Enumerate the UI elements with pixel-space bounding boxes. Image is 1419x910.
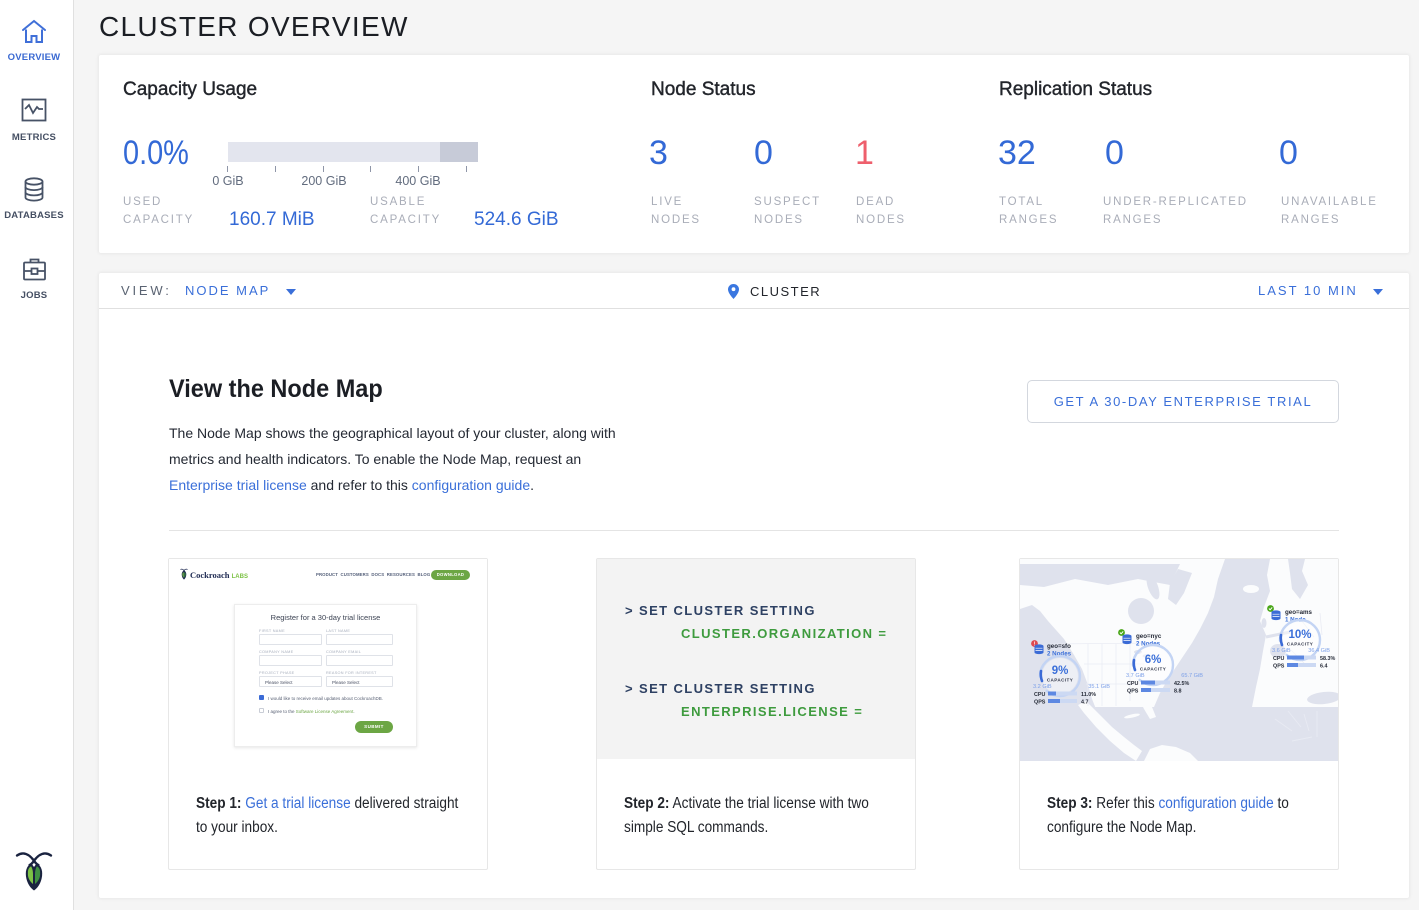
svg-text:CPU: CPU [1034,692,1045,698]
svg-text:geo=ams: geo=ams [1285,609,1313,616]
svg-text:QPS: QPS [1034,700,1046,706]
svg-text:10%: 10% [1288,629,1311,641]
svg-text:CPU: CPU [1127,681,1138,687]
svg-text:58.3%: 58.3% [1320,656,1335,662]
svg-text:6%: 6% [1145,654,1162,666]
svg-text:QPS: QPS [1127,689,1139,695]
svg-text:3.7 GiB: 3.7 GiB [1126,673,1145,679]
svg-text:geo=nyc: geo=nyc [1136,633,1162,640]
svg-text:8.8: 8.8 [1174,689,1182,695]
svg-text:QPS: QPS [1273,664,1285,670]
svg-text:42.5%: 42.5% [1174,681,1189,687]
svg-text:65.7 GiB: 65.7 GiB [1181,673,1203,679]
svg-text:CPU: CPU [1273,656,1284,662]
svg-text:6.4: 6.4 [1320,664,1328,670]
svg-text:35.1 GiB: 35.1 GiB [1088,684,1110,690]
svg-text:CAPACITY: CAPACITY [1140,667,1166,672]
svg-text:geo=sfo: geo=sfo [1047,643,1071,650]
svg-text:3.6 GiB: 3.6 GiB [1272,648,1291,654]
svg-text:CAPACITY: CAPACITY [1287,642,1313,647]
svg-text:CAPACITY: CAPACITY [1047,678,1073,683]
svg-text:36.4 GiB: 36.4 GiB [1308,648,1330,654]
svg-text:3.2 GiB: 3.2 GiB [1033,684,1052,690]
svg-text:11.0%: 11.0% [1081,692,1096,698]
svg-text:9%: 9% [1052,665,1069,677]
svg-text:4.7: 4.7 [1081,700,1089,706]
